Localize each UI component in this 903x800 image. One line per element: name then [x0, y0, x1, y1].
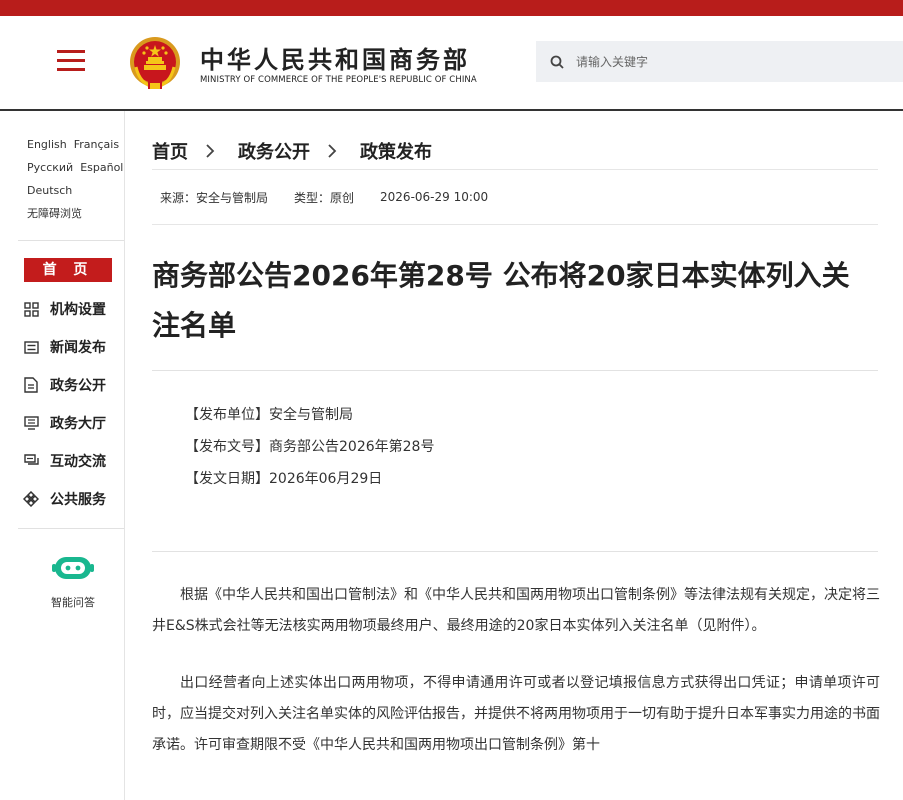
sidebar-item-label: 机构设置 — [50, 302, 106, 318]
search-input[interactable] — [576, 54, 876, 69]
search-box — [536, 41, 903, 82]
site-subtitle: MINISTRY OF COMMERCE OF THE PEOPLE'S REP… — [200, 75, 477, 85]
news-icon — [22, 338, 40, 356]
breadcrumb: 首页 政务公开 政策发布 — [152, 138, 432, 164]
sidebar-item-news[interactable]: 新闻发布 — [22, 335, 106, 359]
article-meta: 来源：安全与管制局 类型：原创 2026-06-29 10:00 — [152, 169, 878, 225]
sidebar-item-label: 政务大厅 — [50, 416, 106, 432]
hamburger-menu-icon[interactable] — [57, 50, 85, 72]
lang-russian[interactable]: Русский — [27, 161, 73, 174]
sidebar-item-organization[interactable]: 机构设置 — [22, 297, 106, 321]
chevron-right-icon — [206, 144, 215, 158]
chat-icon — [22, 452, 40, 470]
article-paragraph: 根据《中华人民共和国出口管制法》和《中华人民共和国两用物项出口管制条例》等法律法… — [152, 587, 880, 634]
sidebar-divider — [18, 240, 124, 241]
meta-source: 来源：安全与管制局 — [160, 190, 269, 205]
article-paragraph: 出口经营者向上述实体出口两用物项，不得申请通用许可或者以登记填报信息方式获得出口… — [152, 675, 880, 753]
lang-french[interactable]: Français — [74, 138, 119, 151]
service-icon — [22, 490, 40, 508]
breadcrumb-government-affairs[interactable]: 政务公开 — [238, 138, 310, 164]
article-title: 商务部公告2026年第28号 公布将20家日本实体列入关注名单 — [152, 259, 850, 342]
meta-type: 类型：原创 — [294, 190, 355, 205]
sidebar-item-home[interactable]: 首 页 — [24, 258, 112, 282]
document-icon — [22, 376, 40, 394]
content-divider — [152, 370, 878, 371]
sidebar-item-government-affairs[interactable]: 政务公开 — [22, 373, 106, 397]
accessibility-link[interactable]: 无障碍浏览 — [27, 207, 82, 220]
sidebar-item-label: 互动交流 — [50, 454, 106, 470]
chevron-right-icon — [328, 144, 337, 158]
sidebar-divider — [18, 528, 124, 529]
national-emblem-icon[interactable] — [128, 35, 182, 91]
breadcrumb-policy-release[interactable]: 政策发布 — [360, 138, 432, 164]
top-red-bar — [0, 0, 903, 16]
robot-icon[interactable] — [52, 554, 94, 582]
search-icon[interactable] — [550, 55, 564, 69]
article-info: 【发布单位】安全与管制局 【发布文号】商务部公告2026年第28号 【发文日期】… — [185, 399, 434, 495]
sidebar-item-public-service[interactable]: 公共服务 — [22, 487, 106, 511]
lang-english[interactable]: English — [27, 138, 67, 151]
sidebar-item-service-hall[interactable]: 政务大厅 — [22, 411, 106, 435]
info-document-number: 【发布文号】商务部公告2026年第28号 — [185, 439, 435, 455]
sidebar-item-label: 新闻发布 — [50, 340, 106, 356]
info-date: 【发文日期】2026年06月29日 — [185, 471, 383, 487]
sidebar-item-label: 公共服务 — [50, 492, 106, 508]
monitor-icon — [22, 414, 40, 432]
content-divider — [152, 551, 878, 552]
assistant-label[interactable]: 智能问答 — [30, 594, 116, 610]
sidebar-item-interaction[interactable]: 互动交流 — [22, 449, 106, 473]
main-content: 首页 政务公开 政策发布 来源：安全与管制局 类型：原创 2026-06-29 … — [125, 111, 903, 800]
language-links: English Français Русский Español Deutsch 无… — [27, 133, 123, 225]
meta-datetime: 2026-06-29 10:00 — [380, 190, 489, 204]
lang-german[interactable]: Deutsch — [27, 184, 72, 197]
lang-spanish[interactable]: Español — [80, 161, 123, 174]
article-body: 根据《中华人民共和国出口管制法》和《中华人民共和国两用物项出口管制条例》等法律法… — [152, 580, 880, 787]
sidebar: English Français Русский Español Deutsch 无… — [0, 111, 125, 800]
grid-icon — [22, 300, 40, 318]
site-title: 中华人民共和国商务部 — [200, 46, 470, 74]
sidebar-item-label: 政务公开 — [50, 378, 106, 394]
breadcrumb-home[interactable]: 首页 — [152, 138, 188, 164]
site-header: 中华人民共和国商务部 MINISTRY OF COMMERCE OF THE P… — [0, 16, 903, 111]
info-publisher: 【发布单位】安全与管制局 — [185, 407, 353, 423]
